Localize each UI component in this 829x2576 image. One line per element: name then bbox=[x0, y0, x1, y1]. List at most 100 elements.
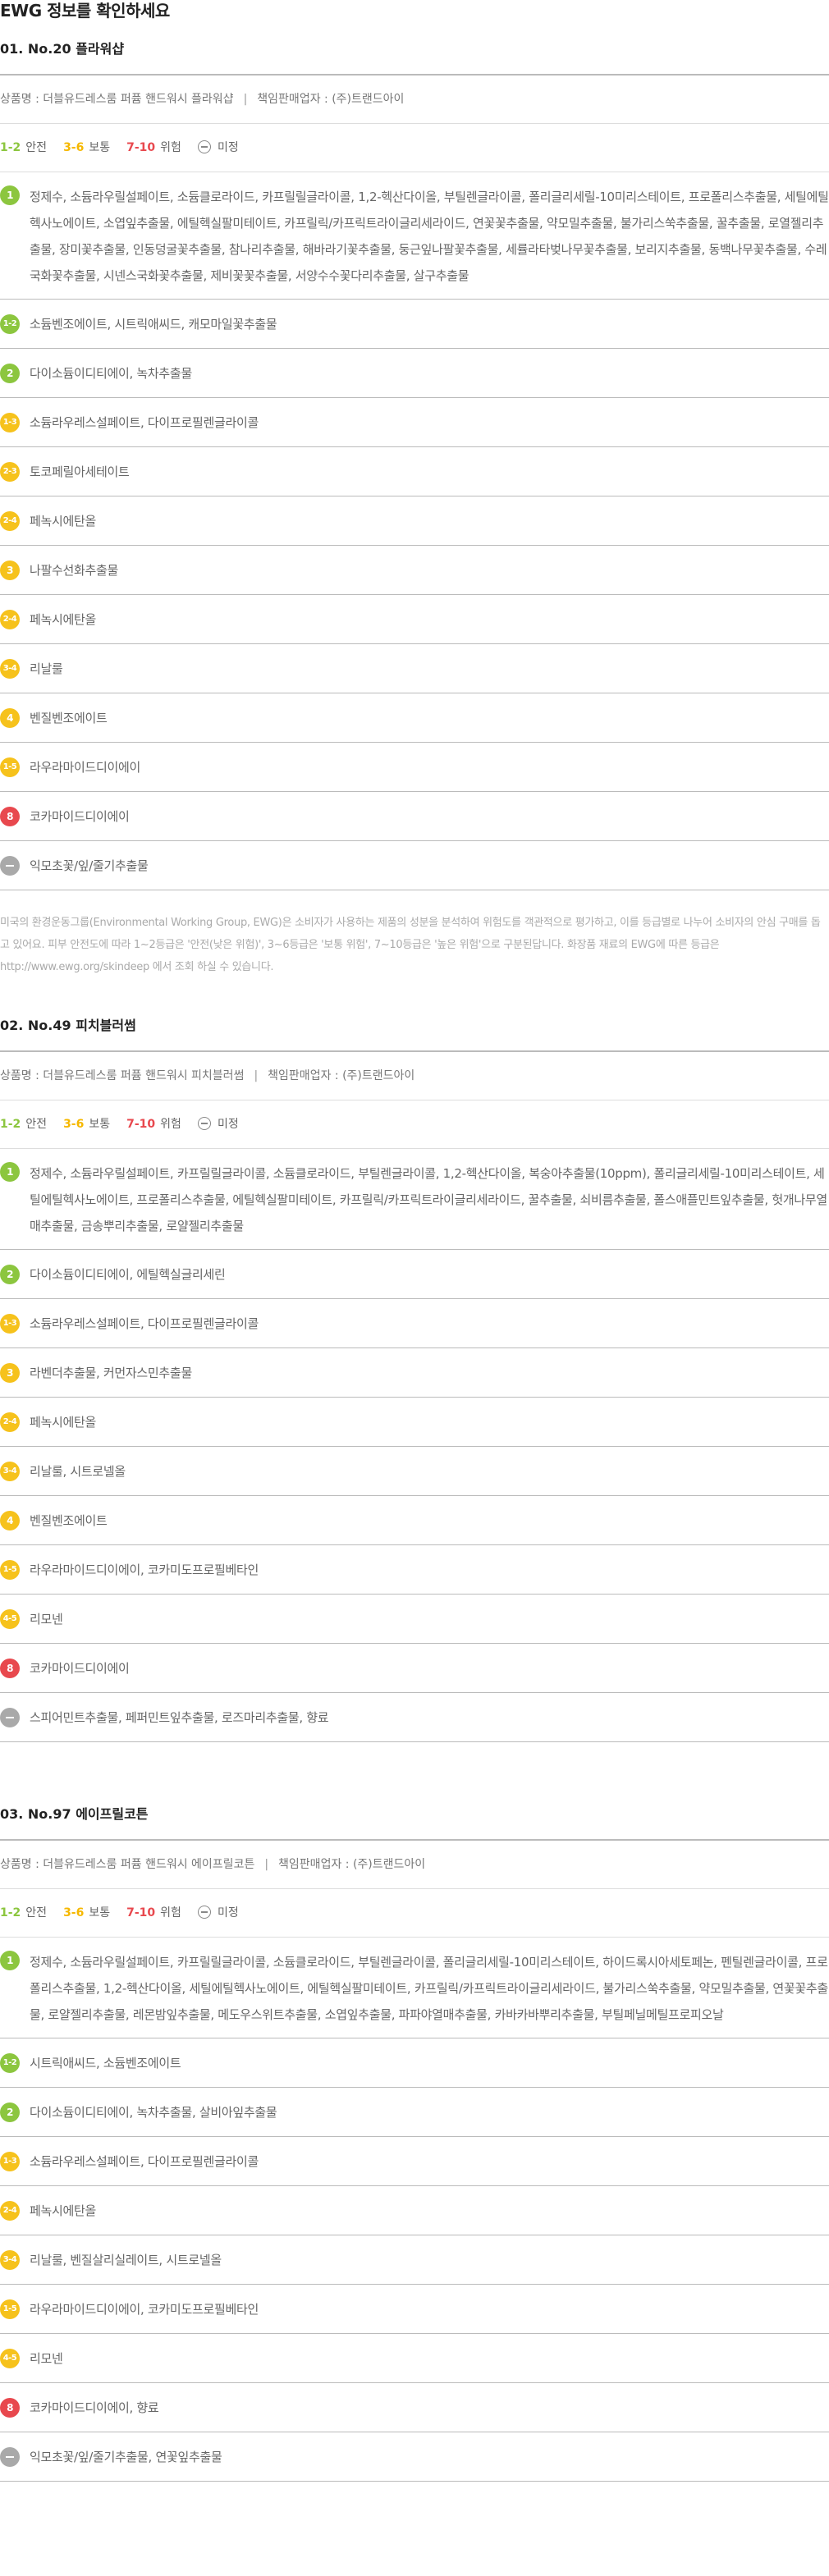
grade-badge: 1-5 bbox=[0, 2299, 20, 2319]
legend-safe: 1-2 안전 bbox=[0, 1100, 47, 1148]
ingredient-row: 1-5 라우라마이드디이에이, 코카미도프로필베타인 bbox=[0, 2285, 829, 2334]
grade-badge: 8 bbox=[0, 806, 20, 826]
grade-badge: 2-4 bbox=[0, 1412, 20, 1432]
legend-danger-label: 위험 bbox=[160, 1118, 181, 1131]
product-section: 01. No.20 플라워샵 상품명 : 더블유드레스룸 퍼퓸 핸드워시 플라워샵… bbox=[0, 25, 829, 1001]
grade-badge: 1-2 bbox=[0, 2052, 20, 2073]
product-title: 01. No.20 플라워샵 bbox=[0, 25, 829, 75]
unknown-grade-badge bbox=[0, 855, 20, 876]
ingredient-table: 1 정제수, 소듐라우릴설페이트, 카프릴릴글라이콜, 소듐클로라이드, 부틸렌글… bbox=[0, 1938, 829, 2482]
ingredient-row: 8 코카마이드디이에이, 향료 bbox=[0, 2383, 829, 2432]
grade-badge: 2-4 bbox=[0, 2200, 20, 2221]
ingredient-row: 2-4 페녹시에탄올 bbox=[0, 595, 829, 644]
info-separator: | bbox=[254, 1069, 259, 1082]
product-info: 상품명 : 더블유드레스룸 퍼퓸 핸드워시 에이프릴코튼 | 책임판매업자 : (주… bbox=[0, 1841, 829, 1889]
legend-normal-range: 3-6 bbox=[63, 1118, 85, 1131]
grade-badge: 2 bbox=[0, 363, 20, 383]
product-info: 상품명 : 더블유드레스룸 퍼퓸 핸드워시 플라워샵 | 책임판매업자 : (주)트… bbox=[0, 75, 829, 124]
legend-danger-label: 위험 bbox=[160, 1906, 181, 1919]
grade-legend: 1-2 안전 3-6 보통 7-10 위험 미정 bbox=[0, 1100, 829, 1149]
grade-badge: 4 bbox=[0, 707, 20, 728]
legend-safe-range: 1-2 bbox=[0, 141, 21, 154]
product-name: 상품명 : 더블유드레스룸 퍼퓸 핸드워시 피치블러썸 bbox=[0, 1069, 245, 1082]
ingredient-list: 익모초꽃/잎/줄기추출물, 연꽃잎추출물 bbox=[30, 2449, 222, 2464]
ingredient-row: 2 다이소듐이디티에이, 녹차추출물 bbox=[0, 349, 829, 398]
ingredient-list: 익모초꽃/잎/줄기추출물 bbox=[30, 858, 149, 873]
ingredient-list: 라우라마이드디이에이, 코카미도프로필베타인 bbox=[30, 1562, 259, 1577]
grade-badge: 1-2 bbox=[0, 313, 20, 334]
info-separator: | bbox=[264, 1858, 269, 1871]
legend-normal: 3-6 보통 bbox=[63, 1100, 110, 1148]
product-section: 02. No.49 피치블러썸 상품명 : 더블유드레스룸 퍼퓸 핸드워시 피치블… bbox=[0, 1001, 829, 1790]
legend-unknown-label: 미정 bbox=[217, 141, 239, 154]
ingredient-row: 익모초꽃/잎/줄기추출물 bbox=[0, 841, 829, 890]
unknown-grade-badge bbox=[0, 2446, 20, 2467]
legend-danger-range: 7-10 bbox=[126, 1906, 156, 1919]
grade-legend: 1-2 안전 3-6 보통 7-10 위험 미정 bbox=[0, 1889, 829, 1938]
ewg-info-page: EWG 정보를 확인하세요 01. No.20 플라워샵 상품명 : 더블유드레스… bbox=[0, 0, 829, 2482]
grade-badge: 1 bbox=[0, 1951, 20, 1970]
ingredient-list: 페녹시에탄올 bbox=[30, 611, 97, 627]
ingredient-row: 2 다이소듐이디티에이, 에틸헥실글리세린 bbox=[0, 1250, 829, 1299]
ingredient-row: 스피어민트추출물, 페퍼민트잎추출물, 로즈마리추출물, 향료 bbox=[0, 1693, 829, 1742]
ingredient-list: 코카마이드디이에이, 향료 bbox=[30, 2400, 159, 2415]
grade-badge: 1-3 bbox=[0, 1313, 20, 1334]
ingredient-list: 코카마이드디이에이 bbox=[30, 808, 130, 824]
legend-unknown: 미정 bbox=[197, 1889, 239, 1937]
ingredient-row: 3-4 리날룰, 시트로넬올 bbox=[0, 1447, 829, 1496]
legend-normal-range: 3-6 bbox=[63, 141, 85, 154]
grade-badge: 2-3 bbox=[0, 461, 20, 482]
ingredient-table: 1 정제수, 소듐라우릴설페이트, 소듐클로라이드, 카프릴릴글라이콜, 1,2-… bbox=[0, 172, 829, 890]
grade-badge: 4-5 bbox=[0, 1608, 20, 1629]
minus-circle-icon bbox=[197, 1906, 211, 1919]
ingredient-table: 1 정제수, 소듐라우릴설페이트, 카프릴릴글라이콜, 소듐클로라이드, 부틸렌글… bbox=[0, 1149, 829, 1742]
ingredient-row: 3 나팔수선화추출물 bbox=[0, 546, 829, 595]
ingredient-row: 3-4 리날룰, 벤질살리실레이트, 시트로넬올 bbox=[0, 2235, 829, 2285]
ingredient-list: 페녹시에탄올 bbox=[30, 2203, 97, 2218]
grade-badge: 1-3 bbox=[0, 412, 20, 432]
ingredient-row: 4 벤질벤조에이트 bbox=[0, 693, 829, 743]
minus-circle-icon bbox=[197, 1117, 211, 1130]
seller-name: 책임판매업자 : (주)트랜드아이 bbox=[268, 1069, 415, 1082]
ingredient-list: 소듐라우레스설페이트, 다이프로필렌글라이콜 bbox=[30, 414, 259, 430]
ingredient-list: 리모넨 bbox=[30, 2350, 63, 2366]
product-title: 02. No.49 피치블러썸 bbox=[0, 1001, 829, 1052]
grade-badge: 3-4 bbox=[0, 2249, 20, 2270]
ingredient-list: 라우라마이드디이에이 bbox=[30, 759, 141, 775]
ingredient-row: 3-4 리날룰 bbox=[0, 644, 829, 693]
product-name: 상품명 : 더블유드레스룸 퍼퓸 핸드워시 플라워샵 bbox=[0, 93, 234, 106]
legend-danger: 7-10 위험 bbox=[126, 124, 181, 172]
ingredient-list: 벤질벤조에이트 bbox=[30, 1512, 108, 1528]
ingredient-row: 2-4 페녹시에탄올 bbox=[0, 496, 829, 546]
product-title: 03. No.97 에이프릴코튼 bbox=[0, 1790, 829, 1841]
legend-safe-label: 안전 bbox=[25, 141, 48, 154]
legend-safe-range: 1-2 bbox=[0, 1118, 21, 1131]
legend-unknown-label: 미정 bbox=[217, 1906, 239, 1919]
legend-safe-label: 안전 bbox=[25, 1118, 48, 1131]
ingredient-list: 코카마이드디이에이 bbox=[30, 1660, 130, 1676]
legend-normal-label: 보통 bbox=[89, 141, 111, 154]
grade-badge: 8 bbox=[0, 1658, 20, 1678]
legend-danger: 7-10 위험 bbox=[126, 1889, 181, 1937]
grade-badge: 2-4 bbox=[0, 609, 20, 629]
ingredient-list: 소듐라우레스설페이트, 다이프로필렌글라이콜 bbox=[30, 2153, 259, 2169]
product-info: 상품명 : 더블유드레스룸 퍼퓸 핸드워시 피치블러썸 | 책임판매업자 : (주)… bbox=[0, 1052, 829, 1100]
ingredient-list: 나팔수선화추출물 bbox=[30, 562, 119, 578]
ingredient-row: 1-2 소듐벤조에이트, 시트릭애씨드, 캐모마일꽃추출물 bbox=[0, 300, 829, 349]
ingredient-row: 2-4 페녹시에탄올 bbox=[0, 1398, 829, 1447]
ingredient-list: 정제수, 소듐라우릴설페이트, 카프릴릴글라이콜, 소듐클로라이드, 부틸렌글라… bbox=[30, 1955, 828, 2022]
grade-badge: 1-3 bbox=[0, 2151, 20, 2171]
legend-danger-range: 7-10 bbox=[126, 141, 156, 154]
grade-badge: 1 bbox=[0, 185, 20, 205]
seller-name: 책임판매업자 : (주)트랜드아이 bbox=[257, 93, 405, 106]
ingredient-list: 리날룰, 시트로넬올 bbox=[30, 1463, 126, 1479]
legend-unknown-label: 미정 bbox=[217, 1118, 239, 1131]
ingredient-row: 1-5 라우라마이드디이에이, 코카미도프로필베타인 bbox=[0, 1545, 829, 1595]
ingredient-list: 시트릭애씨드, 소듐벤조에이트 bbox=[30, 2055, 181, 2070]
ingredient-list: 토코페릴아세테이트 bbox=[30, 464, 130, 479]
legend-safe: 1-2 안전 bbox=[0, 124, 47, 172]
product-name: 상품명 : 더블유드레스룸 퍼퓸 핸드워시 에이프릴코튼 bbox=[0, 1858, 255, 1871]
ingredient-row: 8 코카마이드디이에이 bbox=[0, 792, 829, 841]
ingredient-row: 3 라벤더추출물, 커먼자스민추출물 bbox=[0, 1348, 829, 1398]
page-title: EWG 정보를 확인하세요 bbox=[0, 1, 170, 21]
